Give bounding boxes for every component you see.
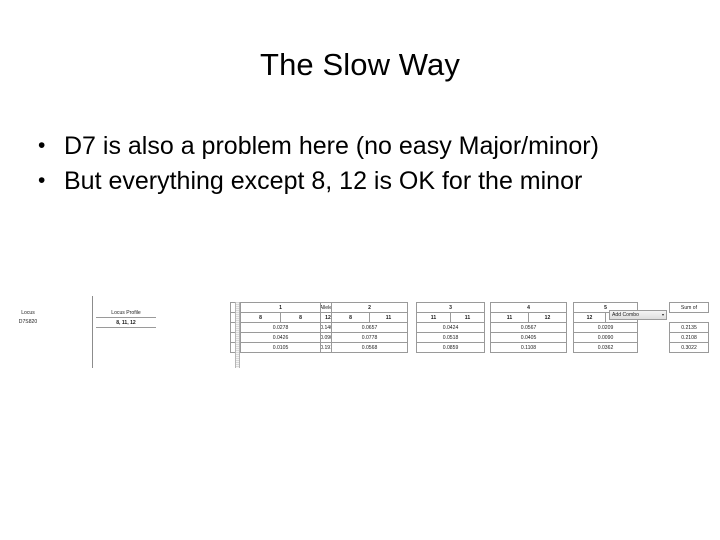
page-title: The Slow Way	[260, 47, 460, 82]
combo-value[interactable]: 0.0778	[331, 332, 408, 343]
table-row: 0.0518	[416, 332, 485, 343]
table-row: 0.0778	[331, 332, 408, 343]
table-row: 0.0362	[573, 342, 638, 353]
table-row: 0.0090	[573, 332, 638, 343]
table-row: 0.0209	[573, 322, 638, 333]
combo-value[interactable]: 0.0105	[240, 342, 321, 353]
sum-value[interactable]: 0.2135	[669, 322, 709, 333]
table-row: 0.2108	[669, 332, 709, 343]
table-row: 0.0424	[416, 322, 485, 333]
combo-allele-b[interactable]: 11	[369, 312, 408, 323]
table-row: Locus Profile	[96, 308, 156, 318]
table-row: 1	[240, 302, 321, 313]
combo-block-2: 2 8 11 0.0657 0.0778 0.0568	[331, 302, 408, 353]
locus-value-cell[interactable]: D7S820	[12, 317, 44, 326]
locus-block: Locus D7S820	[12, 308, 44, 326]
table-row: 0.0105	[240, 342, 321, 353]
combo-index: 3	[416, 302, 485, 313]
sum-value[interactable]: 0.3022	[669, 342, 709, 353]
table-row: 8, 11, 12	[96, 317, 156, 328]
combo-value[interactable]: 0.0426	[240, 332, 321, 343]
combo-block-4: 4 11 12 0.0567 0.0405 0.1108	[490, 302, 567, 353]
table-row: 4	[490, 302, 567, 313]
bullet-marker-icon: •	[38, 169, 46, 192]
combo-allele-a[interactable]: 11	[416, 312, 451, 323]
combo-value[interactable]: 0.0657	[331, 322, 408, 333]
combo-value[interactable]: 0.0278	[240, 322, 321, 333]
table-row: 0.0657	[331, 322, 408, 333]
column-header: Sum of	[669, 302, 709, 313]
combo-value[interactable]: 0.0424	[416, 322, 485, 333]
locus-table: Locus D7S820	[12, 308, 44, 326]
bullet-marker-icon: •	[38, 134, 46, 157]
combo-allele-b[interactable]: 11	[450, 312, 485, 323]
combo-value[interactable]: 0.0567	[490, 322, 567, 333]
combo-value[interactable]: 0.0209	[573, 322, 638, 333]
column-divider	[92, 296, 93, 368]
table-row: 0.2135	[669, 322, 709, 333]
table-row: 0.1108	[490, 342, 567, 353]
combo-value[interactable]: 0.1108	[490, 342, 567, 353]
table-row: Locus	[12, 308, 44, 317]
table-row: 8 11	[331, 312, 408, 323]
combo-index: 4	[490, 302, 567, 313]
table-row: 11 11	[416, 312, 485, 323]
combo-block-1: 1 8 8 0.0278 0.0426 0.0105	[240, 302, 321, 353]
combo-table: 3 11 11 0.0424 0.0518 0.0859	[416, 302, 485, 353]
table-row: 0.0278	[240, 322, 321, 333]
slide-body: • D7 is also a problem here (no easy Maj…	[38, 130, 698, 200]
table-row: 2	[331, 302, 408, 313]
locus-profile-value[interactable]: 8, 11, 12	[96, 317, 156, 328]
table-row: 0.0426	[240, 332, 321, 343]
table-row: 0.0568	[331, 342, 408, 353]
add-combo-label: Add Combo	[612, 312, 639, 318]
table-row: 0.3022	[669, 342, 709, 353]
embedded-spreadsheet-screenshot: Locus D7S820 Locus Profile 8, 11, 12 All…	[8, 296, 712, 370]
combo-value[interactable]: 0.0405	[490, 332, 567, 343]
combo-block-3: 3 11 11 0.0424 0.0518 0.0859	[416, 302, 485, 353]
table-row: 11 12	[490, 312, 567, 323]
table-row: 8 8	[240, 312, 321, 323]
bullet-text: But everything except 8, 12 is OK for th…	[64, 167, 583, 195]
table-row: Sum of	[669, 302, 709, 313]
chevron-down-icon: ▾	[661, 312, 664, 317]
sum-of-table: Sum of 0.2135 0.2108 0.3022	[669, 302, 709, 353]
combo-index: 1	[240, 302, 321, 313]
table-row: D7S820	[12, 317, 44, 326]
table-row: 0.0567	[490, 322, 567, 333]
combo-value[interactable]: 0.0859	[416, 342, 485, 353]
combo-allele-a[interactable]: 8	[240, 312, 281, 323]
combo-allele-b[interactable]: 8	[280, 312, 321, 323]
spacer-cell	[669, 312, 709, 323]
locus-profile-block: Locus Profile 8, 11, 12	[96, 308, 156, 328]
locus-label: Locus	[12, 308, 44, 317]
sum-of-block: Sum of 0.2135 0.2108 0.3022	[669, 302, 709, 353]
add-combo-dropdown[interactable]: Add Combo ▾	[609, 310, 667, 320]
combo-allele-a[interactable]: 8	[331, 312, 370, 323]
combo-value[interactable]: 0.0362	[573, 342, 638, 353]
combo-allele-a[interactable]: 11	[490, 312, 529, 323]
combo-allele-b[interactable]: 12	[528, 312, 567, 323]
locus-profile-header: Locus Profile	[96, 308, 156, 318]
sum-value[interactable]: 0.2108	[669, 332, 709, 343]
table-row: 3	[416, 302, 485, 313]
locus-profile-table: Locus Profile 8, 11, 12	[96, 308, 156, 328]
combo-table: 1 8 8 0.0278 0.0426 0.0105	[240, 302, 321, 353]
bullet-text: D7 is also a problem here (no easy Major…	[64, 132, 599, 160]
combo-value[interactable]: 0.0090	[573, 332, 638, 343]
combo-table: 4 11 12 0.0567 0.0405 0.1108	[490, 302, 567, 353]
table-row	[669, 312, 709, 323]
combo-table: 2 8 11 0.0657 0.0778 0.0568	[331, 302, 408, 353]
list-item: • D7 is also a problem here (no easy Maj…	[38, 130, 698, 163]
combo-index: 2	[331, 302, 408, 313]
combo-value[interactable]: 0.0568	[331, 342, 408, 353]
table-row: 0.0405	[490, 332, 567, 343]
table-row: 0.0859	[416, 342, 485, 353]
list-item: • But everything except 8, 12 is OK for …	[38, 165, 698, 198]
combo-allele-a[interactable]: 12	[573, 312, 606, 323]
combo-value[interactable]: 0.0518	[416, 332, 485, 343]
